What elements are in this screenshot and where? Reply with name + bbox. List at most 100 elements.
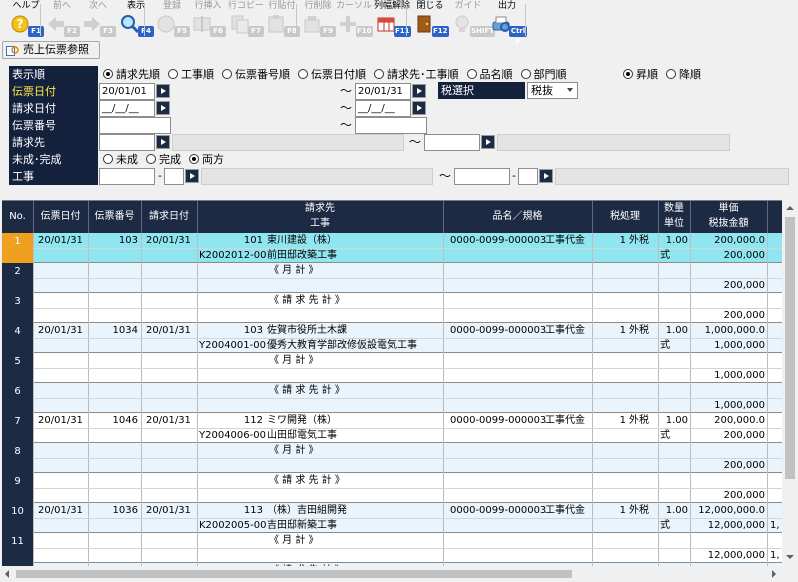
- row-number[interactable]: 11: [2, 533, 33, 563]
- cell-item-name[interactable]: 工事代金: [545, 504, 585, 518]
- sort-radio-1[interactable]: 降順: [666, 66, 701, 83]
- cell-item-name[interactable]: 工事代金: [545, 414, 585, 428]
- cell-subtotal-amount[interactable]: 200,000: [692, 489, 765, 503]
- customer-to-search-button[interactable]: [481, 135, 495, 149]
- toolbar-button-register[interactable]: 登録 F5: [152, 1, 192, 39]
- table-row[interactable]: 11 《 月 計 》 12,000,000 1,: [2, 533, 782, 563]
- cell-quantity[interactable]: 1.00: [660, 324, 688, 338]
- cell-project-code[interactable]: K2002005-00: [199, 519, 266, 533]
- row-number[interactable]: 3: [2, 293, 33, 323]
- cell-amount[interactable]: 200,000: [692, 429, 765, 443]
- project-from-search-button[interactable]: [185, 169, 199, 183]
- cell-quantity[interactable]: 1.00: [660, 504, 688, 518]
- row-number[interactable]: 7: [2, 413, 33, 443]
- toolbar-button-right-arrow[interactable]: 次へ F3: [78, 1, 118, 39]
- cell-tax-code[interactable]: 1: [612, 504, 626, 518]
- order-radio-2[interactable]: 伝票番号順: [222, 66, 290, 83]
- table-row[interactable]: 7 20/01/31 1046 20/01/31 112 ミワ開発（株） Y2004006-…: [2, 413, 782, 443]
- toolbar-button-search[interactable]: 表示 F4: [116, 1, 156, 39]
- cell-slip-date[interactable]: 20/01/31: [38, 324, 83, 338]
- cell-tax-name[interactable]: 外税: [629, 324, 649, 338]
- toolbar-button-output-print[interactable]: 出力 Ctrl P: [487, 1, 527, 46]
- scroll-right-icon[interactable]: [772, 570, 776, 578]
- row-number[interactable]: 4: [2, 323, 33, 353]
- customer-to-code-input[interactable]: [424, 134, 480, 151]
- bill-date-to-picker-button[interactable]: [412, 101, 426, 115]
- customer-from-code-input[interactable]: [99, 134, 155, 151]
- horizontal-scroll-thumb[interactable]: [16, 570, 572, 578]
- slip-number-from-input[interactable]: [99, 117, 171, 134]
- cell-item-name[interactable]: 工事代金: [545, 324, 585, 338]
- status-radio-1[interactable]: 完成: [146, 151, 181, 168]
- toolbar-button-left-arrow[interactable]: 前へ F2: [42, 1, 82, 39]
- cell-unit-price[interactable]: 200,000.0: [692, 414, 765, 428]
- cell-tax-name[interactable]: 外税: [629, 504, 649, 518]
- tax-select-dropdown[interactable]: 税抜: [527, 82, 578, 99]
- table-row[interactable]: 9 《 請 求 先 計 》 200,000: [2, 473, 782, 503]
- cell-item-name[interactable]: 工事代金: [545, 234, 585, 248]
- slip-date-to-picker-button[interactable]: [412, 84, 426, 98]
- table-row[interactable]: 5 《 月 計 》 1,000,000: [2, 353, 782, 383]
- cell-customer-name[interactable]: （株）吉田組開発: [267, 504, 443, 518]
- cell-subtotal-amount[interactable]: 200,000: [692, 459, 765, 473]
- cell-slip-number[interactable]: 1036: [90, 504, 138, 518]
- order-radio-1[interactable]: 工事順: [168, 66, 214, 83]
- bill-date-from-picker-button[interactable]: [156, 101, 170, 115]
- bill-date-from-input[interactable]: __/__/__: [99, 100, 155, 117]
- cell-item-code[interactable]: 0000-0099-000003: [450, 234, 546, 248]
- scroll-down-icon[interactable]: [786, 555, 794, 559]
- cell-bill-date[interactable]: 20/01/31: [146, 324, 191, 338]
- cell-bill-date[interactable]: 20/01/31: [146, 414, 191, 428]
- sales-slip-grid[interactable]: No. 伝票日付 伝票番号 請求日付 請求先 工事 品名／規格 税処理 数量 単…: [2, 200, 782, 566]
- slip-date-from-input[interactable]: 20/01/01: [99, 83, 155, 100]
- cell-project-name[interactable]: 吉田邸新築工事: [267, 519, 443, 533]
- status-radio-2[interactable]: 両方: [189, 151, 224, 168]
- slip-date-to-input[interactable]: 20/01/31: [355, 83, 411, 100]
- cell-bill-date[interactable]: 20/01/31: [146, 234, 191, 248]
- cell-unit[interactable]: 式: [660, 429, 670, 443]
- scroll-up-icon[interactable]: [786, 206, 794, 210]
- table-row[interactable]: 1 20/01/31 103 20/01/31 101 東川建設（株） K2002012-0…: [2, 233, 782, 263]
- cell-quantity[interactable]: 1.00: [660, 414, 688, 428]
- scroll-left-icon[interactable]: [5, 570, 9, 578]
- cell-subtotal-amount[interactable]: 1,000,000: [692, 399, 765, 413]
- row-number[interactable]: 2: [2, 263, 33, 293]
- cell-next-column[interactable]: 1,: [770, 549, 780, 563]
- row-number[interactable]: 6: [2, 383, 33, 413]
- cell-unit[interactable]: 式: [660, 249, 670, 263]
- cell-unit[interactable]: 式: [660, 519, 670, 533]
- toolbar-button-close-door[interactable]: 閉じる F12: [410, 1, 450, 39]
- toolbar-button-copy-row[interactable]: 行コピー F7: [226, 1, 266, 39]
- cell-subtotal-amount[interactable]: 200,000: [692, 309, 765, 323]
- cell-project-code[interactable]: K2002012-00: [199, 249, 266, 263]
- cell-customer-code[interactable]: 103: [202, 324, 263, 338]
- project-from-code-input[interactable]: [99, 168, 155, 185]
- toolbar-button-guide-bulb[interactable]: ガイド SHIFT: [448, 1, 496, 39]
- row-number[interactable]: 10: [2, 503, 33, 533]
- horizontal-scrollbar[interactable]: [0, 566, 798, 582]
- cell-quantity[interactable]: 1.00: [660, 234, 688, 248]
- table-row[interactable]: 10 20/01/31 1036 20/01/31 113 （株）吉田組開発 K200200…: [2, 503, 782, 533]
- cell-project-code[interactable]: Y2004001-00: [199, 339, 266, 353]
- table-row[interactable]: 3 《 請 求 先 計 》 200,000: [2, 293, 782, 323]
- vertical-scrollbar[interactable]: [782, 200, 798, 566]
- cell-project-name[interactable]: 前田邸改築工事: [267, 249, 443, 263]
- cell-customer-code[interactable]: 112: [202, 414, 263, 428]
- cell-subtotal-amount[interactable]: 1,000,000: [692, 369, 765, 383]
- row-number[interactable]: 8: [2, 443, 33, 473]
- cell-slip-number[interactable]: 103: [90, 234, 138, 248]
- cell-slip-date[interactable]: 20/01/31: [38, 504, 83, 518]
- cell-unit-price[interactable]: 12,000,000.0: [692, 504, 765, 518]
- table-row[interactable]: 4 20/01/31 1034 20/01/31 103 佐賀市役所土木課 Y2004001…: [2, 323, 782, 353]
- cell-project-name[interactable]: 山田邸電気工事: [267, 429, 443, 443]
- sales-slip-reference-button[interactable]: 売上伝票参照: [2, 41, 100, 59]
- order-radio-5[interactable]: 品名順: [466, 66, 513, 83]
- cell-tax-name[interactable]: 外税: [629, 234, 649, 248]
- cell-slip-date[interactable]: 20/01/31: [38, 414, 83, 428]
- cell-item-code[interactable]: 0000-0099-000003: [450, 414, 546, 428]
- toolbar-button-delete-row[interactable]: 行削除 F9: [298, 1, 338, 39]
- project-from-branch-input[interactable]: [164, 168, 184, 185]
- order-radio-0[interactable]: 請求先順: [103, 66, 160, 83]
- slip-date-from-picker-button[interactable]: [156, 84, 170, 98]
- bill-date-to-input[interactable]: __/__/__: [355, 100, 411, 117]
